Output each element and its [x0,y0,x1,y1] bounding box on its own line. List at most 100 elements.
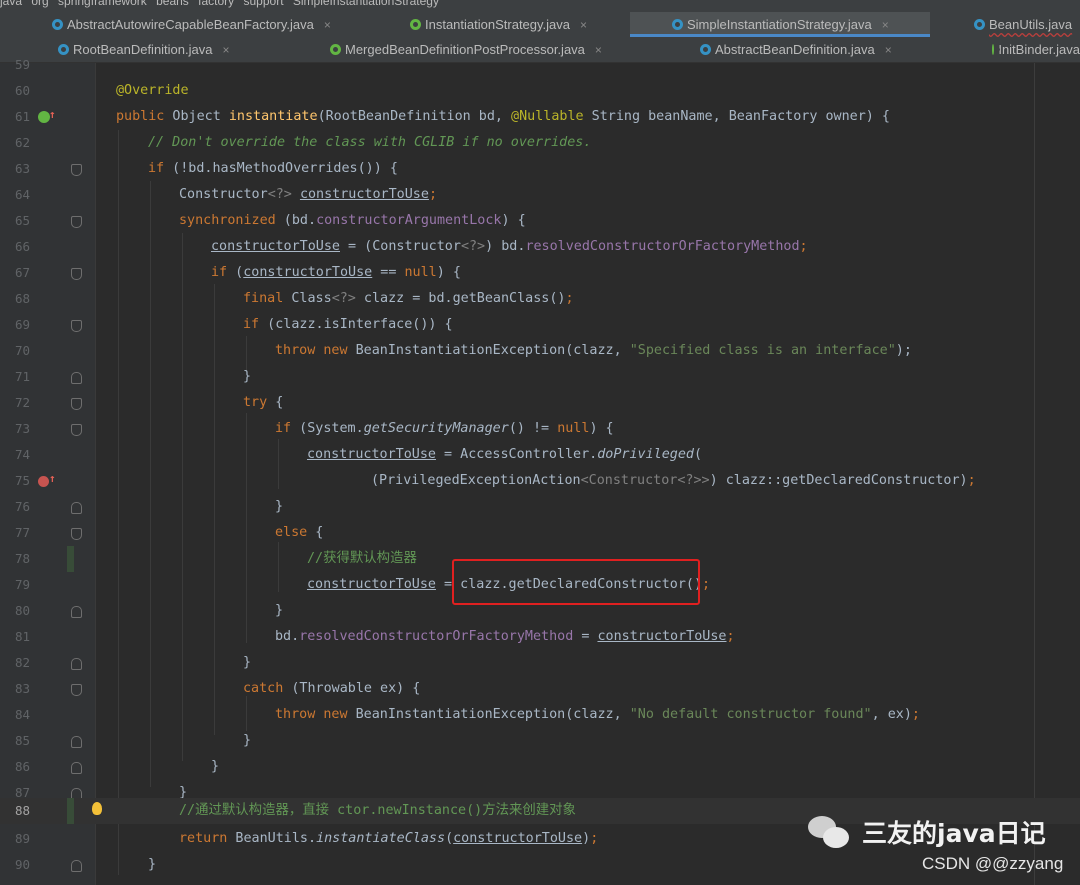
tab-label: BeanUtils.java [989,17,1073,32]
code-text[interactable]: } [148,852,156,878]
breadcrumb-item[interactable]: factory [198,0,234,8]
code-comment[interactable]: //通过默认构造器，直接 ctor.newInstance()方法来创建对象 [179,798,576,824]
breadcrumb: java org springframework beans factory s… [0,0,1080,12]
line-number: 65 [14,213,30,228]
code-line: 75 ↑ (PrivilegedExceptionAction<Construc… [0,468,1080,494]
code-text[interactable]: catch (Throwable ex) { [243,676,420,702]
fold-icon[interactable] [71,398,82,410]
code-line: 83 catch (Throwable ex) { [0,676,1080,702]
fold-icon[interactable] [71,528,82,540]
fold-icon[interactable] [71,684,82,696]
lambda-icon[interactable] [38,476,49,487]
code-text[interactable]: } [275,494,283,520]
breadcrumb-item[interactable]: java [0,0,22,8]
line-number: 78 [14,551,30,566]
fold-icon[interactable] [71,164,82,176]
line-number: 71 [14,369,30,384]
csdn-watermark: CSDN @@zzyang [922,854,1064,873]
code-text[interactable]: synchronized (bd.constructorArgumentLock… [179,208,526,234]
code-text[interactable]: if (clazz.isInterface()) { [243,312,453,338]
code-text[interactable]: throw new BeanInstantiationException(cla… [275,338,912,364]
code-line: 74 constructorToUse = AccessController.d… [0,442,1080,468]
close-icon[interactable]: × [882,18,889,32]
code-line: 59 [0,52,1080,78]
line-number: 68 [14,291,30,306]
fold-icon[interactable] [71,268,82,280]
line-number: 62 [14,135,30,150]
line-number: 76 [14,499,30,514]
code-line: 86 } [0,754,1080,780]
code-text[interactable]: if (!bd.hasMethodOverrides()) { [148,156,398,182]
code-text[interactable]: public Object instantiate(RootBeanDefini… [116,104,890,130]
code-line: 60 @Override [0,78,1080,104]
arrow-up-icon[interactable]: ↑ [49,108,56,121]
line-number: 63 [14,161,30,176]
breadcrumb-item[interactable]: support [244,0,284,8]
tab-abstract-autowire[interactable]: AbstractAutowireCapableBeanFactory.java … [52,12,370,37]
code-text[interactable]: return BeanUtils.instantiateClass(constr… [179,826,598,852]
code-line: 82 } [0,650,1080,676]
tab-bean-utils[interactable]: BeanUtils.java [974,12,1080,37]
line-number: 86 [14,759,30,774]
arrow-up-icon[interactable]: ↑ [49,472,56,485]
line-number: 69 [14,317,30,332]
line-number: 88 [14,803,30,818]
code-text[interactable]: } [275,598,283,624]
close-icon[interactable]: × [324,18,331,32]
code-comment[interactable]: // Don't override the class with CGLIB i… [148,130,591,156]
fold-end-icon[interactable] [71,372,82,384]
code-text[interactable]: } [211,754,219,780]
code-text[interactable]: if (System.getSecurityManager() != null)… [275,416,614,442]
line-number: 89 [14,831,30,846]
code-line: 77 else { [0,520,1080,546]
breadcrumb-item[interactable]: beans [156,0,189,8]
tab-label: AbstractAutowireCapableBeanFactory.java [67,17,314,32]
code-line: 76 } [0,494,1080,520]
fold-end-icon[interactable] [71,658,82,670]
code-line: 85 } [0,728,1080,754]
interface-icon [410,19,421,30]
line-number: 80 [14,603,30,618]
fold-end-icon[interactable] [71,736,82,748]
line-number: 72 [14,395,30,410]
breadcrumb-item[interactable]: springframework [58,0,147,8]
code-text[interactable]: try { [243,390,283,416]
line-number: 75 [14,473,30,488]
fold-end-icon[interactable] [71,606,82,618]
line-number: 82 [14,655,30,670]
code-line: 65 synchronized (bd.constructorArgumentL… [0,208,1080,234]
close-icon[interactable]: × [580,18,587,32]
lightbulb-icon[interactable] [92,802,102,815]
fold-end-icon[interactable] [71,502,82,514]
code-text[interactable]: throw new BeanInstantiationException(cla… [275,702,920,728]
change-marker[interactable] [67,798,74,824]
code-text[interactable]: constructorToUse = AccessController.doPr… [307,442,702,468]
red-highlight-box [452,559,700,605]
tab-simple-instantiation-strategy[interactable]: SimpleInstantiationStrategy.java × [630,12,930,37]
breadcrumb-item[interactable]: SimpleInstantiationStrategy [293,0,439,8]
fold-icon[interactable] [71,320,82,332]
code-text[interactable]: if (constructorToUse == null) { [211,260,461,286]
code-text[interactable]: } [243,364,251,390]
code-text[interactable]: } [243,728,251,754]
code-text[interactable]: else { [275,520,323,546]
code-text[interactable]: final Class<?> clazz = bd.getBeanClass()… [243,286,574,312]
code-text[interactable]: Constructor<?> constructorToUse; [179,182,437,208]
tab-instantiation-strategy[interactable]: InstantiationStrategy.java × [410,12,628,37]
fold-icon[interactable] [71,424,82,436]
code-line: 90 } [0,852,1080,878]
code-line: 70 throw new BeanInstantiationException(… [0,338,1080,364]
wechat-watermark: 三友的java日记 [808,814,1046,850]
code-text[interactable]: } [243,650,251,676]
change-marker[interactable] [67,546,74,572]
breadcrumb-item[interactable]: org [31,0,48,8]
code-text[interactable]: bd.resolvedConstructorOrFactoryMethod = … [275,624,735,650]
fold-icon[interactable] [71,216,82,228]
code-comment[interactable]: //获得默认构造器 [307,546,417,572]
fold-end-icon[interactable] [71,762,82,774]
code-text[interactable]: (PrivilegedExceptionAction<Constructor<?… [371,468,976,494]
code-text[interactable]: constructorToUse = (Constructor<?>) bd.r… [211,234,808,260]
fold-end-icon[interactable] [71,860,82,872]
line-number: 66 [14,239,30,254]
code-text[interactable]: @Override [116,78,189,104]
